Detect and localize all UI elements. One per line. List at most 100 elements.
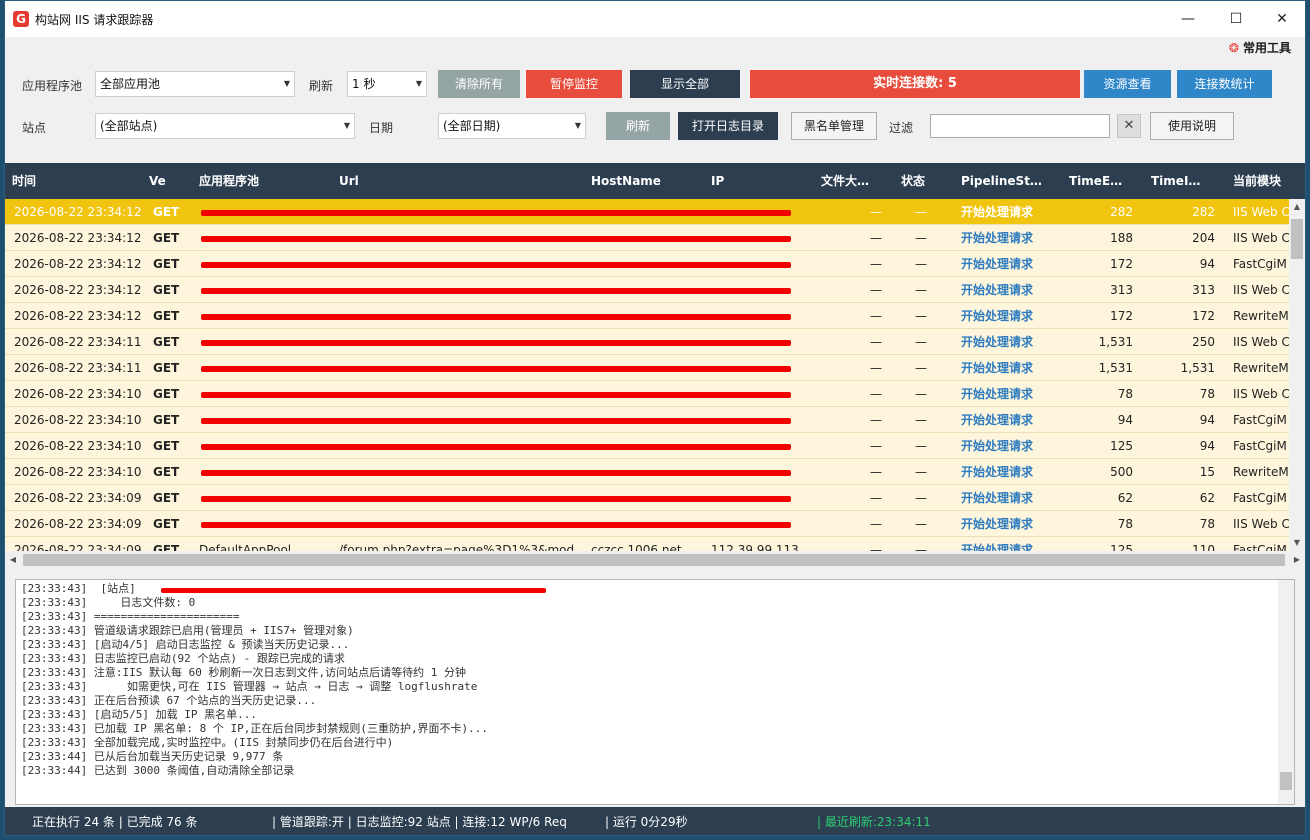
cell-status: — — [915, 465, 927, 479]
redaction-mark — [201, 444, 791, 450]
scroll-right-icon[interactable]: ▶ — [1289, 551, 1305, 569]
cell-time: 2026-08-22 23:34:10 — [14, 387, 142, 401]
maximize-button[interactable]: ☐ — [1213, 5, 1259, 33]
refresh-interval-select[interactable]: 1 秒 ▼ — [347, 71, 427, 97]
cell-time-elapsed: 94 — [1117, 413, 1133, 427]
table-row[interactable]: 2026-08-22 23:34:10 GET — — 开始处理请求 500 15 Rewri… — [5, 459, 1289, 485]
cell-status: — — [915, 517, 927, 531]
cell-pipeline-state: 开始处理请求 — [961, 439, 1034, 453]
window-title: 构站网 IIS 请求跟踪器 — [35, 13, 154, 27]
column-header-app-pool[interactable]: 应用程序池 — [199, 163, 329, 199]
log-redaction-mark — [161, 588, 546, 593]
column-header-verb[interactable]: Ve — [149, 163, 189, 199]
column-header-pipeline-state[interactable]: PipelineSt… — [961, 163, 1057, 199]
table-row[interactable]: 2026-08-22 23:34:12 GET — — 开始处理请求 188 204 IIS … — [5, 225, 1289, 251]
scroll-left-icon[interactable]: ◀ — [5, 551, 21, 569]
grid-header: 时间 Ve 应用程序池 Url HostName IP 文件大… 状态 Pipe… — [5, 163, 1305, 199]
cell-verb: GET — [153, 361, 180, 375]
redaction-mark — [201, 262, 791, 268]
cell-file-size: — — [870, 361, 882, 375]
cell-current-module: IIS Web C — [1233, 205, 1289, 219]
log-scrollbar[interactable] — [1278, 580, 1294, 804]
table-row[interactable]: 2026-08-22 23:34:12 GET — — 开始处理请求 172 94 FastC… — [5, 251, 1289, 277]
column-header-current-module[interactable]: 当前模块 — [1233, 163, 1293, 199]
table-row[interactable]: 2026-08-22 23:34:10 GET — — 开始处理请求 125 94 FastC… — [5, 433, 1289, 459]
table-row[interactable]: 2026-08-22 23:34:11 GET — — 开始处理请求 1,531 250 II… — [5, 329, 1289, 355]
cell-time-elapsed: 172 — [1110, 309, 1133, 323]
cell-time-elapsed: 500 — [1110, 465, 1133, 479]
cell-time-elapsed: 62 — [1117, 491, 1133, 505]
cell-pipeline-state: 开始处理请求 — [961, 491, 1034, 505]
cell-verb: GET — [153, 257, 180, 271]
cell-time-in-module: 250 — [1192, 335, 1215, 349]
column-header-url[interactable]: Url — [339, 163, 579, 199]
log-panel[interactable]: [23:33:43] [站点] [23:33:43] 日志文件数: 0 [23:33… — [15, 579, 1295, 805]
column-header-time[interactable]: 时间 — [12, 163, 142, 199]
filter-input[interactable] — [930, 114, 1110, 138]
show-all-button[interactable]: 显示全部 — [630, 70, 740, 98]
table-row[interactable]: 2026-08-22 23:34:11 GET — — 开始处理请求 1,531 1,531… — [5, 355, 1289, 381]
cell-current-module: RewriteM — [1233, 465, 1289, 479]
table-row[interactable]: 2026-08-22 23:34:12 GET — — 开始处理请求 282 282 IIS … — [5, 199, 1289, 225]
column-header-ip[interactable]: IP — [711, 163, 811, 199]
cell-time-elapsed: 125 — [1110, 439, 1133, 453]
column-header-time-in-module[interactable]: TimeI… — [1151, 163, 1221, 199]
status-executing: 正在执行 24 条 | 已完成 76 条 — [32, 815, 198, 829]
cell-time: 2026-08-22 23:34:10 — [14, 465, 142, 479]
log-line: [23:33:43] ====================== — [21, 610, 240, 623]
cell-pipeline-state: 开始处理请求 — [961, 335, 1034, 349]
column-header-file-size[interactable]: 文件大… — [821, 163, 887, 199]
cell-current-module: IIS Web C — [1233, 517, 1289, 531]
scroll-down-icon[interactable]: ▼ — [1289, 535, 1305, 551]
cell-file-size: — — [870, 205, 882, 219]
table-row[interactable]: 2026-08-22 23:34:10 GET — — 开始处理请求 78 78 IIS We… — [5, 381, 1289, 407]
resource-view-button[interactable]: 资源查看 — [1084, 70, 1171, 98]
grid-hscroll-thumb[interactable] — [23, 554, 1285, 566]
log-line: [23:33:44] 已从后台加载当天历史记录 9,977 条 — [21, 750, 284, 763]
minimize-button[interactable]: — — [1165, 5, 1211, 33]
common-tools-link[interactable]: ❂ 常用工具 — [1229, 39, 1291, 56]
cell-time-elapsed: 188 — [1110, 231, 1133, 245]
cell-time-elapsed: 125 — [1110, 543, 1133, 551]
cell-time: 2026-08-22 23:34:12 — [14, 309, 142, 323]
grid-scroll-thumb[interactable] — [1291, 219, 1303, 259]
table-row[interactable]: 2026-08-22 23:34:09 GET — — 开始处理请求 62 62 FastCg… — [5, 485, 1289, 511]
cell-current-module: FastCgiM — [1233, 439, 1287, 453]
table-row[interactable]: 2026-08-22 23:34:09 GET DefaultAppPool/for… — [5, 537, 1289, 551]
column-header-hostname[interactable]: HostName — [591, 163, 701, 199]
log-scroll-thumb[interactable] — [1280, 772, 1292, 790]
column-header-status[interactable]: 状态 — [901, 163, 941, 199]
cell-pipeline-state: 开始处理请求 — [961, 543, 1034, 551]
column-header-time-elapsed[interactable]: TimeE… — [1069, 163, 1139, 199]
cell-status: — — [915, 543, 927, 551]
cell-file-size: — — [870, 439, 882, 453]
connection-stats-button[interactable]: 连接数统计 — [1177, 70, 1272, 98]
pause-monitor-button[interactable]: 暂停监控 — [526, 70, 622, 98]
refresh-interval-label: 刷新 — [309, 79, 334, 93]
open-log-dir-button[interactable]: 打开日志目录 — [678, 112, 778, 140]
log-line: [23:33:43] [站点] — [21, 582, 136, 595]
app-pool-select[interactable]: 全部应用池 ▼ — [95, 71, 295, 97]
refresh-button[interactable]: 刷新 — [606, 112, 670, 140]
redaction-mark — [201, 392, 791, 398]
clear-filter-button[interactable]: ✕ — [1117, 114, 1141, 138]
table-row[interactable]: 2026-08-22 23:34:09 GET — — 开始处理请求 78 78 IIS We… — [5, 511, 1289, 537]
redaction-mark — [201, 366, 791, 372]
cell-current-module: FastCgiM — [1233, 257, 1287, 271]
redaction-mark — [201, 210, 791, 216]
grid-horizontal-scrollbar[interactable]: ◀ ▶ — [5, 551, 1305, 569]
usage-button[interactable]: 使用说明 — [1150, 112, 1234, 140]
table-row[interactable]: 2026-08-22 23:34:10 GET — — 开始处理请求 94 94 FastCg… — [5, 407, 1289, 433]
blacklist-button[interactable]: 黑名单管理 — [791, 112, 877, 140]
site-select[interactable]: (全部站点) ▼ — [95, 113, 355, 139]
scroll-up-icon[interactable]: ▲ — [1289, 199, 1305, 215]
log-line: [23:33:43] 日志文件数: 0 — [21, 596, 196, 609]
table-row[interactable]: 2026-08-22 23:34:12 GET — — 开始处理请求 172 172 Rewr… — [5, 303, 1289, 329]
clear-all-button[interactable]: 清除所有 — [438, 70, 520, 98]
grid-vertical-scrollbar[interactable]: ▲ ▼ — [1289, 199, 1305, 551]
table-row[interactable]: 2026-08-22 23:34:12 GET — — 开始处理请求 313 313 IIS … — [5, 277, 1289, 303]
date-select[interactable]: (全部日期) ▼ — [438, 113, 586, 139]
cell-current-module: IIS Web C — [1233, 283, 1289, 297]
log-line: [23:33:43] 如需更快,可在 IIS 管理器 → 站点 → 日志 → 调… — [21, 680, 478, 693]
close-button[interactable]: ✕ — [1259, 5, 1305, 33]
